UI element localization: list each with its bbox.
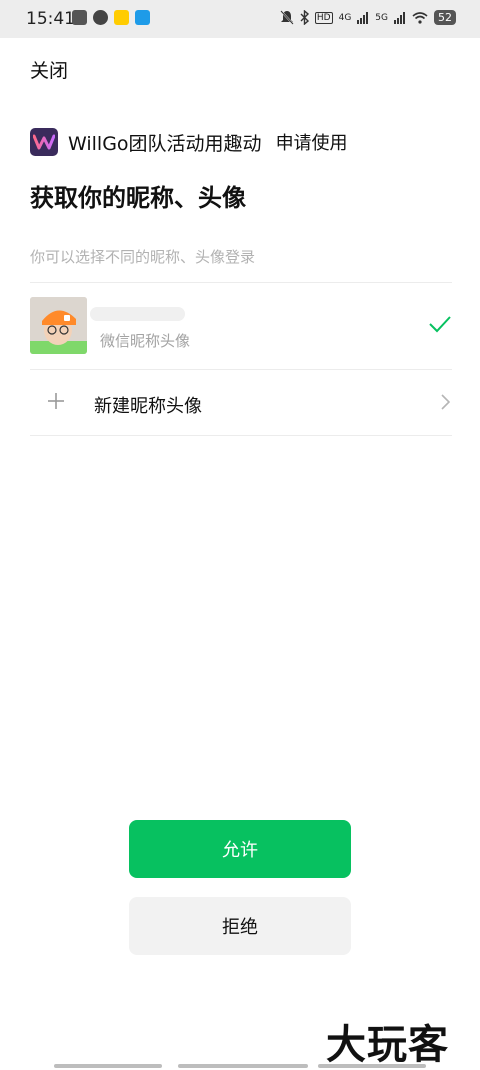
request-label: 申请使用 bbox=[275, 133, 348, 154]
divider bbox=[30, 282, 452, 283]
watermark-text: 大玩客 bbox=[326, 1022, 449, 1068]
page-title: 获取你的昵称、头像 bbox=[30, 184, 246, 212]
wechat-profile-option[interactable]: 微信昵称头像 bbox=[30, 297, 452, 355]
net-5g-label: 5G bbox=[375, 12, 388, 23]
divider bbox=[30, 369, 452, 370]
wifi-icon bbox=[412, 11, 428, 24]
avatar-image bbox=[30, 297, 87, 354]
allow-button[interactable]: 允许 bbox=[129, 820, 351, 878]
signal-icon bbox=[357, 11, 369, 24]
nickname-placeholder bbox=[90, 307, 185, 321]
system-icons: HD 4G 5G 52 bbox=[280, 10, 456, 25]
close-button[interactable]: 关闭 bbox=[30, 56, 68, 83]
app-name: WillGo团队活动用趣动 bbox=[68, 132, 262, 155]
notification-icons bbox=[72, 10, 150, 25]
status-bar: 15:41 HD 4G 5G 52 bbox=[0, 0, 480, 38]
willgo-logo-icon bbox=[33, 134, 55, 150]
play-icon bbox=[93, 10, 108, 25]
net-4g-label: 4G bbox=[338, 12, 352, 23]
gesture-bar[interactable] bbox=[54, 1064, 162, 1068]
plus-icon bbox=[48, 393, 64, 409]
hd-label: HD bbox=[314, 11, 333, 24]
app-info-row: WillGo团队活动用趣动 申请使用 bbox=[30, 127, 348, 157]
gesture-bar[interactable] bbox=[178, 1064, 308, 1068]
reject-button[interactable]: 拒绝 bbox=[129, 897, 351, 955]
profile-label: 微信昵称头像 bbox=[100, 332, 191, 350]
signal-icon bbox=[394, 11, 405, 24]
app-logo bbox=[30, 128, 58, 156]
mute-bell-icon bbox=[280, 10, 294, 25]
gesture-bar[interactable] bbox=[318, 1064, 426, 1068]
avatar bbox=[30, 297, 87, 354]
cloud-icon bbox=[72, 10, 87, 25]
new-profile-label: 新建昵称头像 bbox=[94, 396, 202, 417]
status-time: 15:41 bbox=[26, 9, 75, 29]
divider bbox=[30, 435, 452, 436]
battery-icon: 52 bbox=[434, 10, 456, 25]
bluetooth-icon bbox=[300, 10, 309, 25]
new-profile-option[interactable]: 新建昵称头像 bbox=[30, 371, 452, 435]
check-icon bbox=[429, 316, 451, 333]
chevron-right-icon bbox=[441, 394, 450, 410]
e-icon bbox=[135, 10, 150, 25]
page-subtitle: 你可以选择不同的昵称、头像登录 bbox=[30, 248, 256, 266]
meituan-icon bbox=[114, 10, 129, 25]
